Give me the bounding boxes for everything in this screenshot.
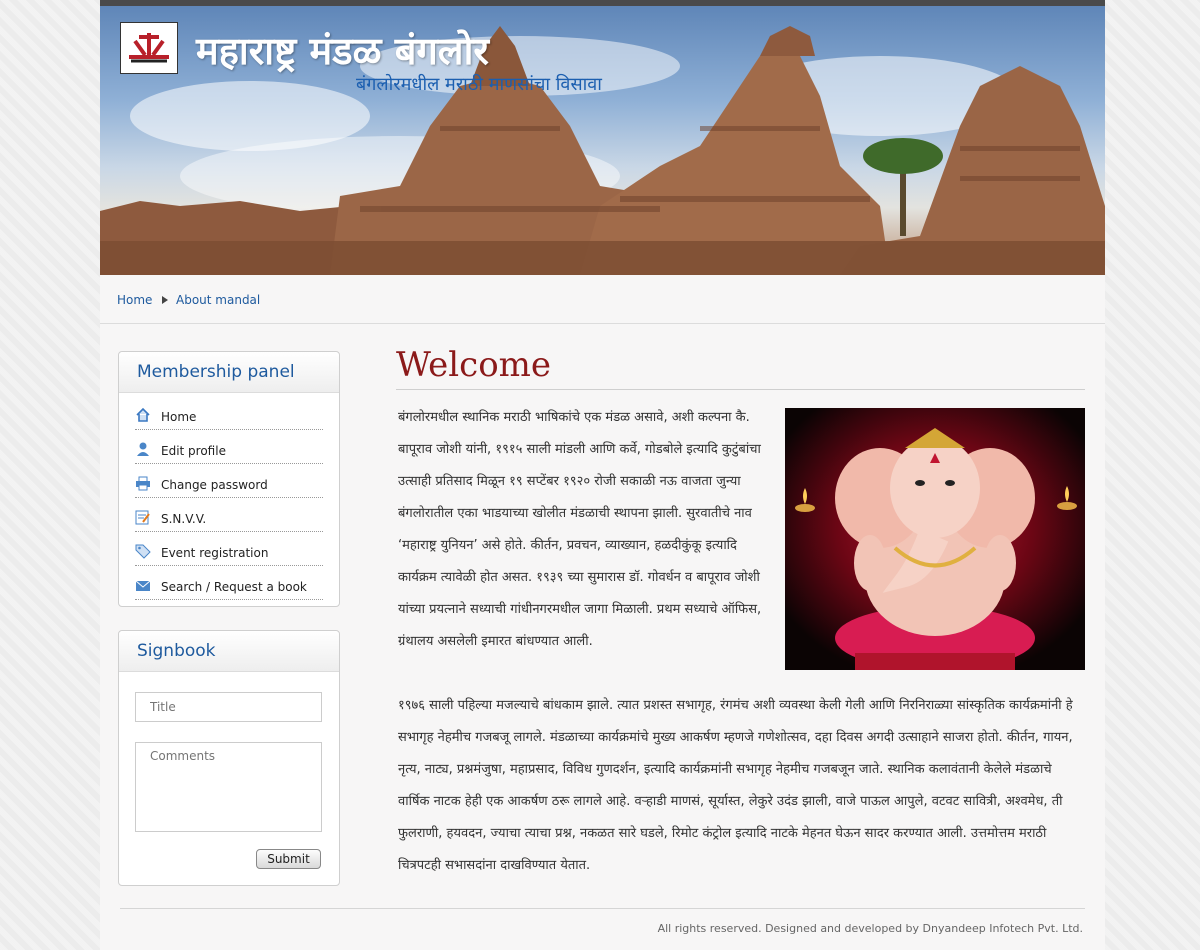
menu-item-snvv[interactable]: S.N.V.V. (135, 509, 323, 532)
content-paragraph-1: बंगलोरमधील स्थानिक मराठी भाषिकांचे एक मं… (398, 410, 762, 649)
signbook-panel: Signbook Submit (118, 630, 340, 886)
ganesh-image (785, 408, 1085, 670)
menu-item-event-registration[interactable]: Event registration (135, 543, 323, 566)
signbook-comments-input[interactable] (135, 742, 322, 832)
breadcrumb: Home About mandal (100, 275, 1105, 324)
site-title: महाराष्ट्र मंडळ बंगलोर (196, 28, 489, 73)
footer-credits: All rights reserved. Designed and develo… (657, 922, 1083, 935)
menu-item-label: Home (161, 410, 197, 424)
logo-icon (125, 27, 173, 69)
membership-panel-header: Membership panel (119, 352, 339, 393)
menu-item-change-password[interactable]: Change password (135, 475, 323, 498)
menu-item-label: Change password (161, 478, 268, 492)
breadcrumb-home-link[interactable]: Home (117, 293, 152, 307)
menu-item-label: Search / Request a book (161, 580, 307, 594)
membership-panel-title: Membership panel (137, 362, 295, 382)
user-icon (137, 442, 149, 456)
edit-document-icon (135, 510, 150, 525)
signbook-submit-button[interactable]: Submit (256, 849, 321, 869)
page-container: महाराष्ट्र मंडळ बंगलोर बंगलोरमधील मराठी … (100, 0, 1105, 950)
menu-item-home[interactable]: Home (135, 407, 323, 430)
header-banner: महाराष्ट्र मंडळ बंगलोर बंगलोरमधील मराठी … (100, 6, 1105, 275)
home-icon (136, 407, 150, 422)
content-paragraph-2: १९७६ साली पहिल्या मजल्याचे बांधकाम झाले.… (398, 698, 1073, 873)
ganesh-idol-illustration (785, 408, 1085, 670)
footer-divider (120, 908, 1085, 909)
menu-item-label: Edit profile (161, 444, 226, 458)
signbook-title-input[interactable] (135, 692, 322, 722)
breadcrumb-arrow-icon (162, 296, 168, 304)
printer-icon (136, 476, 150, 491)
menu-item-label: S.N.V.V. (161, 512, 207, 526)
site-logo[interactable] (120, 22, 178, 74)
menu-item-search-book[interactable]: Search / Request a book (135, 577, 323, 600)
membership-panel: Membership panel Home Edit profile Chang… (118, 351, 340, 607)
menu-item-label: Event registration (161, 546, 269, 560)
signbook-panel-header: Signbook (119, 631, 339, 672)
signbook-panel-title: Signbook (137, 641, 216, 661)
mail-icon (135, 580, 151, 591)
title-divider (396, 389, 1085, 390)
site-subtitle: बंगलोरमधील मराठी माणसांचा विसावा (356, 74, 602, 95)
tag-icon (135, 544, 151, 559)
breadcrumb-about-link[interactable]: About mandal (176, 293, 260, 307)
menu-item-edit-profile[interactable]: Edit profile (135, 441, 323, 464)
page-title: Welcome (396, 345, 552, 385)
